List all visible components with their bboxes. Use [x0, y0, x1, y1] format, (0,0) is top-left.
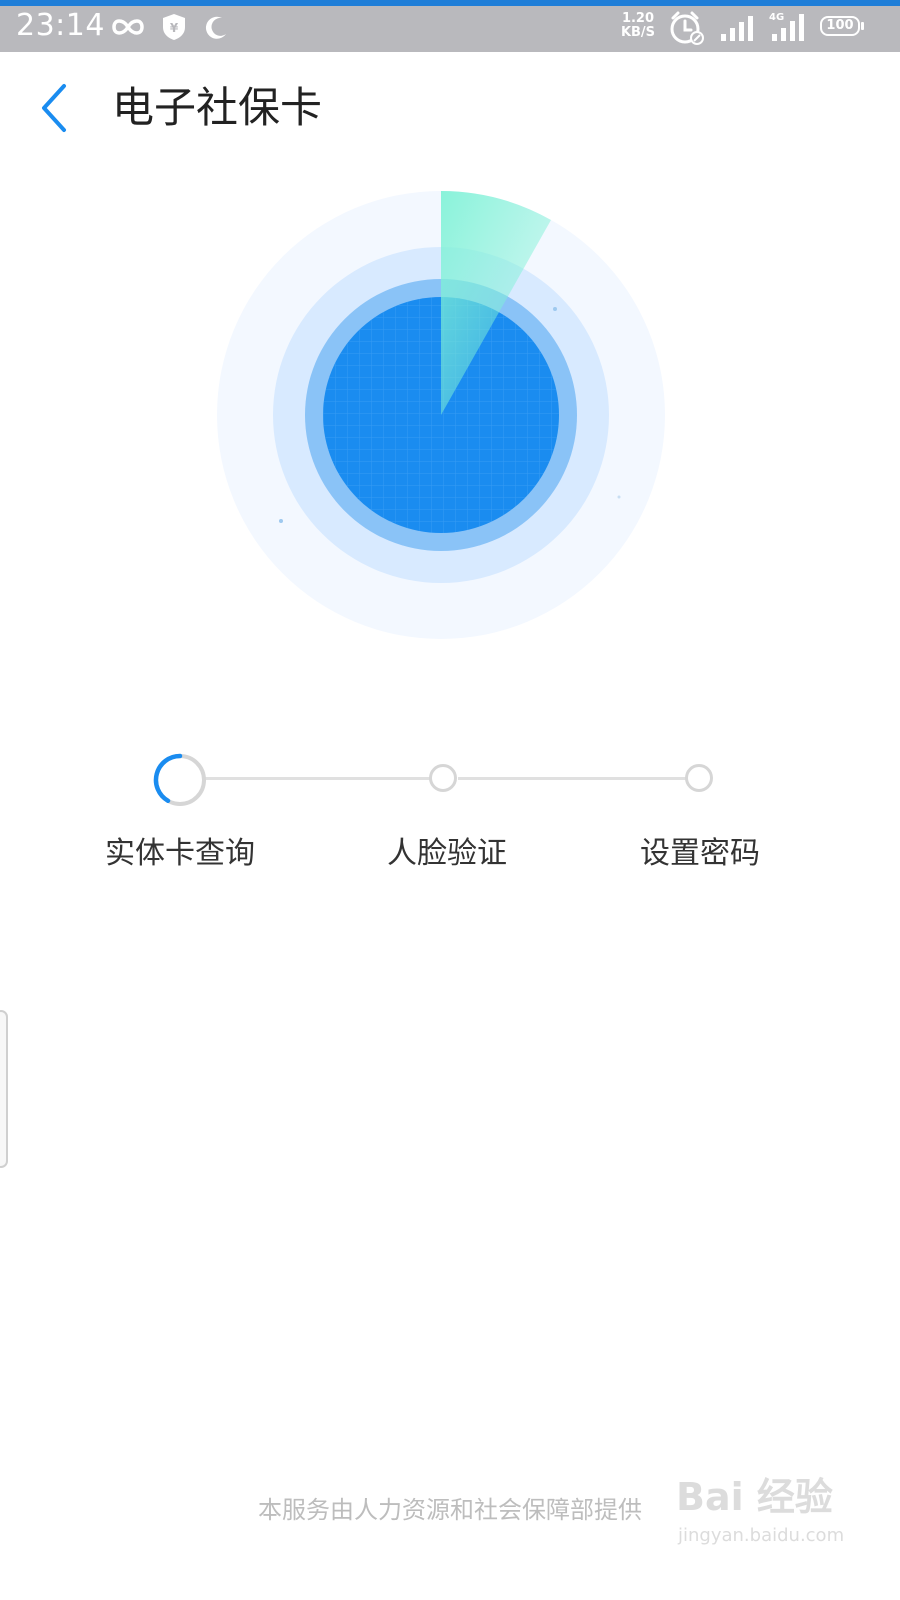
page-title: 电子社保卡: [112, 83, 323, 132]
step-dot-set-password: [685, 764, 713, 792]
step-label-card-query: 实体卡查询: [105, 836, 255, 871]
status-bar: 23:14 ¥ 1.20 KB/S 4G 100: [0, 6, 900, 52]
step-connector-1: [205, 777, 430, 780]
svg-text:¥: ¥: [170, 21, 179, 35]
infinity-icon: [112, 19, 144, 35]
network-speed-unit: KB/S: [620, 25, 656, 40]
step-label-set-password: 设置密码: [640, 836, 760, 871]
step-label-face-verify: 人脸验证: [387, 836, 507, 871]
battery-icon: 100: [820, 16, 864, 36]
step-dot-face-verify: [429, 764, 457, 792]
battery-level: 100: [826, 18, 854, 33]
signal-icon: [721, 16, 753, 41]
status-time: 23:14: [16, 8, 105, 43]
network-speed: 1.20 KB/S: [620, 12, 656, 40]
watermark: Bai 经验 jingyan.baidu.com: [676, 1470, 846, 1560]
watermark-url: jingyan.baidu.com: [678, 1525, 845, 1546]
progress-steps: 实体卡查询 人脸验证 设置密码: [0, 750, 900, 890]
moon-icon: [205, 16, 226, 39]
alarm-icon: [670, 11, 704, 45]
signal-4g-icon: 4G: [769, 12, 804, 41]
loading-spinner-icon: [153, 753, 206, 806]
svg-text:4G: 4G: [769, 12, 784, 23]
scan-radar-illustration: [217, 191, 665, 639]
watermark-logo: Bai 经验: [676, 1475, 833, 1519]
shield-yen-icon: ¥: [163, 14, 185, 40]
network-speed-value: 1.20: [621, 11, 655, 26]
app-header: 电子社保卡: [0, 52, 900, 162]
chevron-left-icon[interactable]: [36, 82, 72, 134]
side-drawer-handle[interactable]: [0, 1010, 8, 1168]
step-connector-2: [458, 777, 686, 780]
